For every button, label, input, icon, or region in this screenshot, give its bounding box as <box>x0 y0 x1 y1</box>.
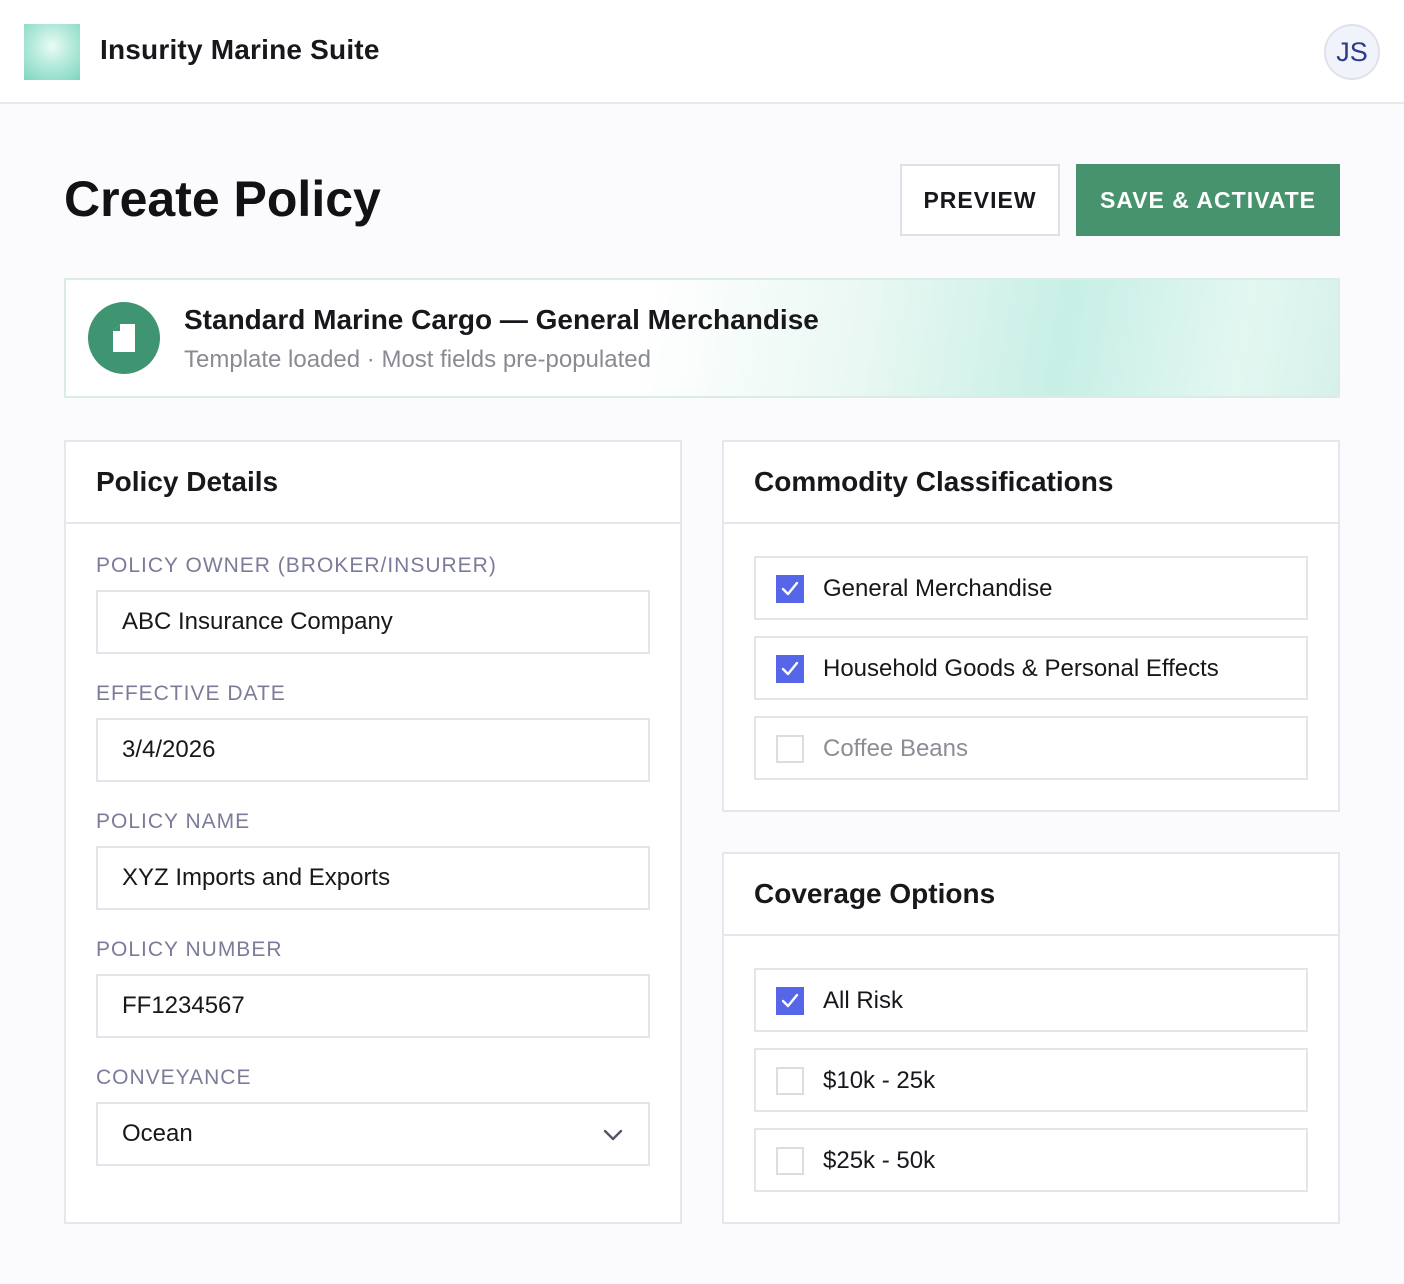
policy-number-value: FF1234567 <box>122 992 245 1019</box>
commodity-option-label: Household Goods & Personal Effects <box>823 655 1219 682</box>
coverage-option-label: $10k - 25k <box>823 1067 936 1094</box>
commodity-option-general-merchandise[interactable]: General Merchandise <box>754 556 1308 620</box>
commodity-card: Commodity Classifications General Mercha… <box>722 440 1340 812</box>
policy-number-input[interactable]: FF1234567 <box>96 974 650 1038</box>
save-activate-button[interactable]: SAVE & ACTIVATE <box>1076 164 1340 236</box>
coverage-option-label: All Risk <box>823 987 904 1014</box>
policy-name-label: POLICY NAME <box>96 810 251 833</box>
coverage-title: Coverage Options <box>724 854 1338 936</box>
checkmark-icon <box>781 581 799 596</box>
checkbox-checked[interactable] <box>776 575 804 603</box>
policy-owner-label: POLICY OWNER (BROKER/INSURER) <box>96 554 497 577</box>
commodity-option-coffee-beans[interactable]: Coffee Beans <box>754 716 1308 780</box>
checkbox-unchecked[interactable] <box>776 735 804 763</box>
conveyance-value: Ocean <box>122 1120 193 1147</box>
policy-name-input[interactable]: XYZ Imports and Exports <box>96 846 650 910</box>
policy-owner-input[interactable]: ABC Insurance Company <box>96 590 650 654</box>
template-banner: Standard Marine Cargo — General Merchand… <box>64 278 1340 398</box>
checkbox-unchecked[interactable] <box>776 1147 804 1175</box>
policy-name-value: XYZ Imports and Exports <box>122 864 391 891</box>
policy-number-label: POLICY NUMBER <box>96 938 283 961</box>
commodity-option-label: Coffee Beans <box>823 735 968 762</box>
app-logo[interactable] <box>24 24 80 80</box>
conveyance-label: CONVEYANCE <box>96 1066 252 1089</box>
conveyance-select[interactable]: Ocean <box>96 1102 650 1166</box>
policy-owner-value: ABC Insurance Company <box>122 608 393 635</box>
commodity-option-household-goods[interactable]: Household Goods & Personal Effects <box>754 636 1308 700</box>
checkbox-checked[interactable] <box>776 655 804 683</box>
effective-date-value: 3/4/2026 <box>122 736 216 763</box>
effective-date-label: EFFECTIVE DATE <box>96 682 286 705</box>
coverage-option-25k-50k[interactable]: $25k - 50k <box>754 1128 1308 1192</box>
commodity-option-label: General Merchandise <box>823 575 1053 602</box>
checkmark-icon <box>781 661 799 676</box>
top-bar: Insurity Marine Suite JS <box>0 0 1404 104</box>
effective-date-input[interactable]: 3/4/2026 <box>96 718 650 782</box>
checkmark-icon <box>781 993 799 1008</box>
banner-title: Standard Marine Cargo — General Merchand… <box>184 304 819 335</box>
checkbox-checked[interactable] <box>776 987 804 1015</box>
coverage-option-10k-25k[interactable]: $10k - 25k <box>754 1048 1308 1112</box>
coverage-card: Coverage Options All Risk $10k - 25k $25… <box>722 852 1340 1224</box>
banner-subtitle: Template loaded · Most fields pre-popula… <box>184 346 651 373</box>
policy-details-title: Policy Details <box>66 442 680 524</box>
policy-details-card: Policy Details POLICY OWNER (BROKER/INSU… <box>64 440 682 1224</box>
commodity-title: Commodity Classifications <box>724 442 1338 524</box>
checkbox-unchecked[interactable] <box>776 1067 804 1095</box>
banner-icon-circle <box>88 302 160 374</box>
coverage-option-all-risk[interactable]: All Risk <box>754 968 1308 1032</box>
chevron-down-icon <box>603 1129 623 1141</box>
page-title: Create Policy <box>64 171 381 227</box>
preview-button[interactable]: PREVIEW <box>900 164 1060 236</box>
user-avatar[interactable]: JS <box>1324 24 1380 80</box>
app-title: Insurity Marine Suite <box>100 34 380 65</box>
document-icon <box>113 324 135 352</box>
coverage-option-label: $25k - 50k <box>823 1147 936 1174</box>
